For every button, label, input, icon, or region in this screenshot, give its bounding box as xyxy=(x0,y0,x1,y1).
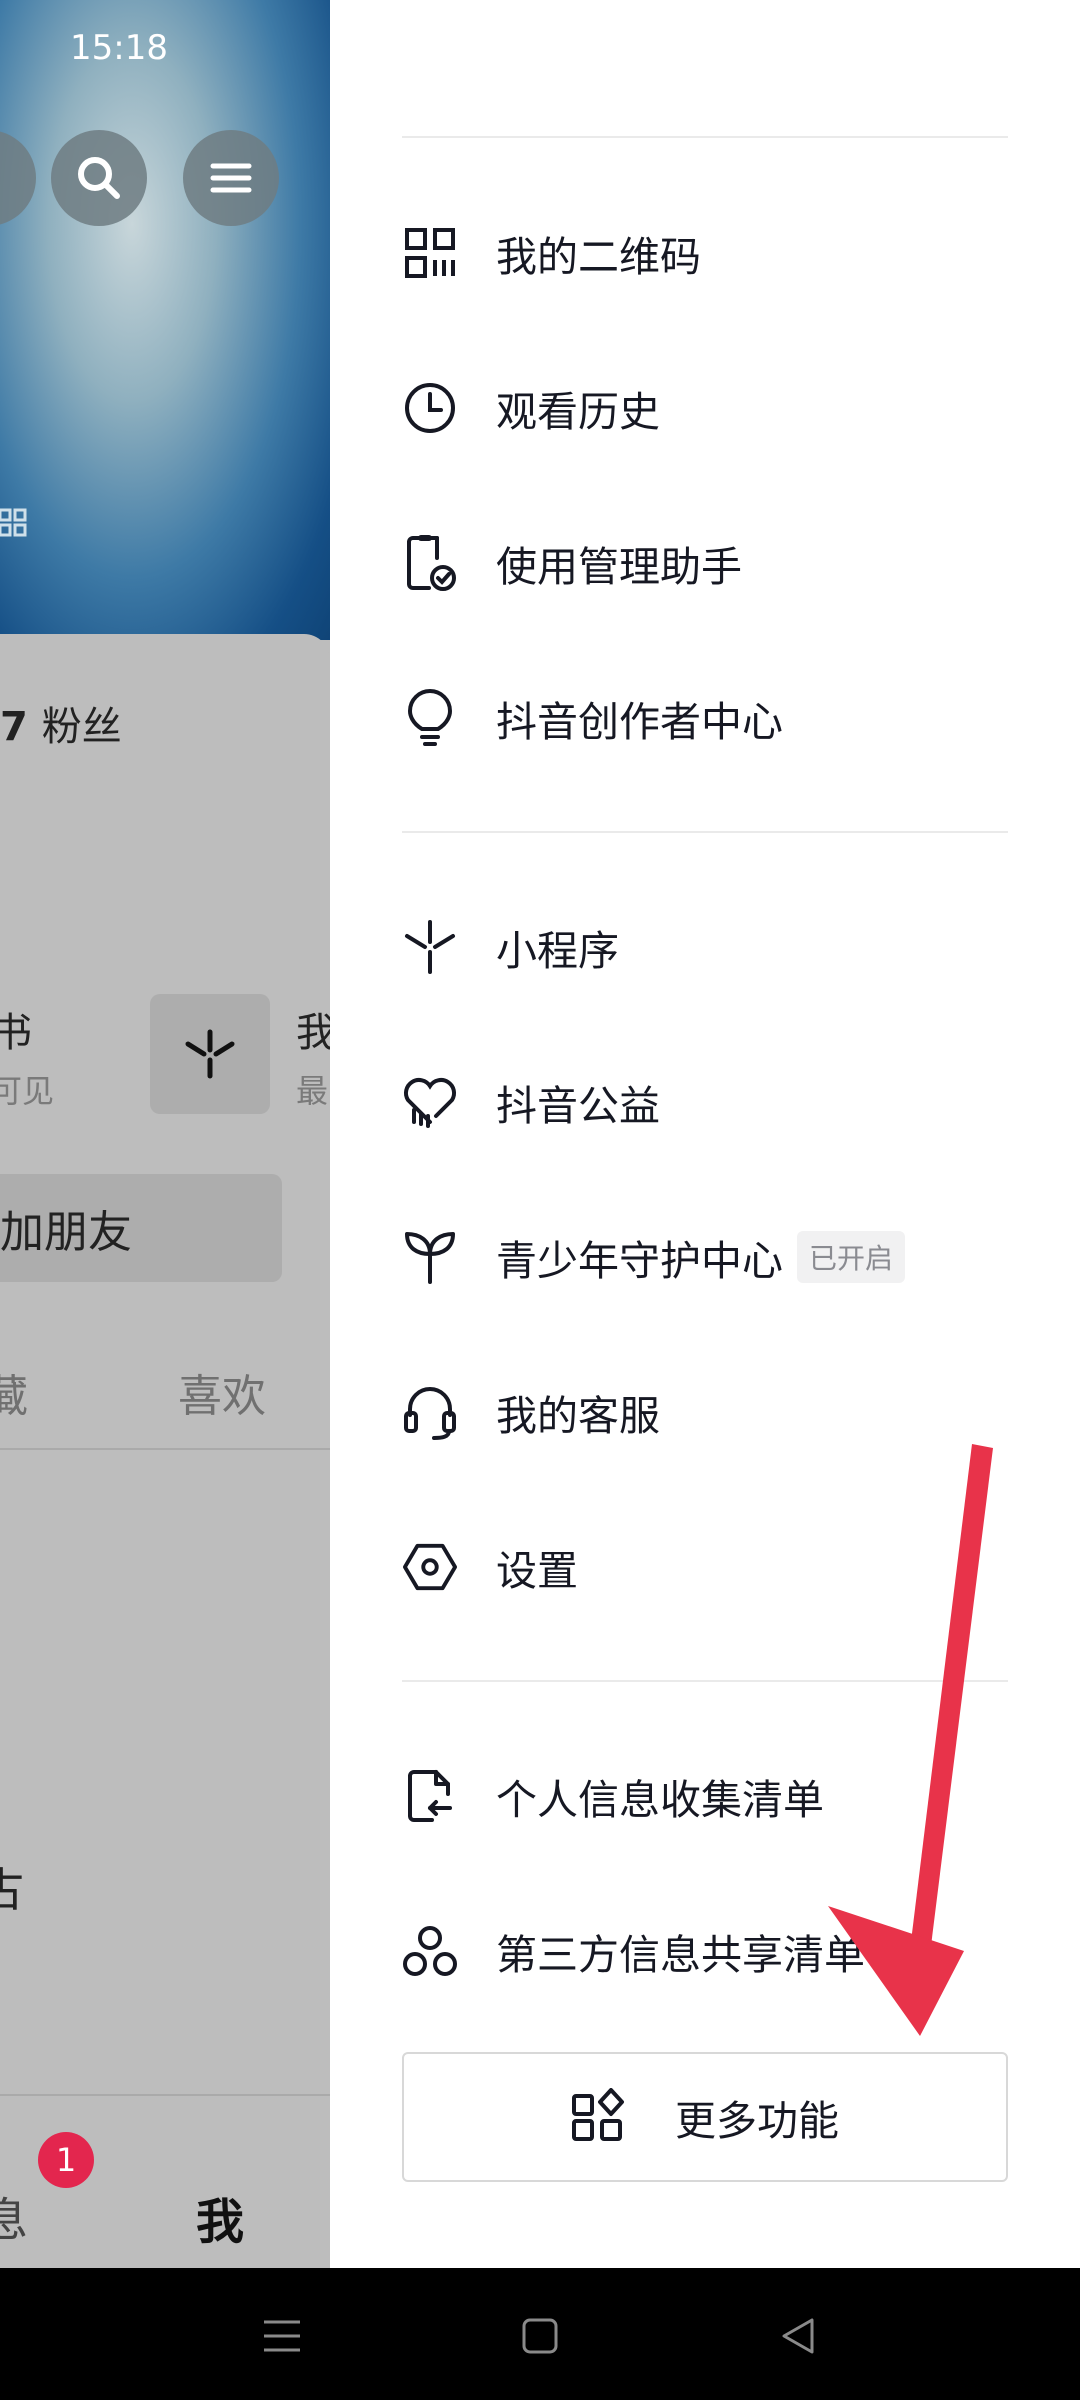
status-time: 15:18 xyxy=(70,28,168,68)
tab-like[interactable]: 喜欢 xyxy=(178,1360,266,1424)
annotation-arrow xyxy=(828,1444,993,2036)
tab-collect[interactable]: 藏 xyxy=(0,1360,28,1424)
settings-hexagon-icon xyxy=(402,1539,458,1595)
menu-item-label: 个人信息收集清单 xyxy=(496,1776,824,1824)
menu-item-usage-assistant[interactable]: 使用管理助手 xyxy=(402,503,1008,623)
grid-diamond-icon xyxy=(571,2088,625,2146)
hamburger-icon xyxy=(210,163,252,193)
miniapp-icon xyxy=(402,919,458,975)
menu-item-label: 观看历史 xyxy=(496,388,660,436)
qr-code-icon xyxy=(402,225,458,281)
headset-icon xyxy=(402,1384,458,1440)
fans-label[interactable]: 7 粉丝 xyxy=(0,694,122,752)
document-return-icon xyxy=(402,1768,458,1824)
menu-item-label: 第三方信息共享清单 xyxy=(496,1931,865,1979)
menu-item-label: 使用管理助手 xyxy=(496,543,742,591)
menu-item-mini-programs[interactable]: 小程序 xyxy=(402,887,1008,1007)
profile-card: 7 粉丝 书 可见 我 最 加朋友 藏 喜欢 古 息 1 我 xyxy=(0,634,330,2268)
miniapp-tile[interactable] xyxy=(150,994,270,1114)
tile-title: 我 xyxy=(296,1010,330,1056)
menu-icon xyxy=(264,2320,300,2352)
profile-cover xyxy=(0,0,330,640)
more-features-button[interactable]: 更多功能 xyxy=(402,2052,1008,2182)
home-square-icon xyxy=(522,2318,558,2354)
heart-charity-icon xyxy=(402,1074,458,1130)
back-triangle-icon xyxy=(782,2318,814,2354)
status-badge: 已开启 xyxy=(797,1231,906,1283)
home-button[interactable] xyxy=(512,2308,568,2364)
menu-item-label: 我的客服 xyxy=(496,1392,660,1440)
profile-page-dimmed: 15:18 7 粉丝 书 可见 我 最 加朋友 藏 喜欢 古 息 1 我 xyxy=(0,0,330,2268)
tab-divider xyxy=(0,1448,330,1450)
book-sub: 可见 xyxy=(0,1072,55,1110)
menu-button[interactable] xyxy=(183,130,279,226)
system-nav-bar xyxy=(0,2268,1080,2400)
qr-code-icon xyxy=(0,508,27,537)
more-features-label: 更多功能 xyxy=(675,2097,839,2145)
back-button[interactable] xyxy=(770,2308,826,2364)
bottom-nav-divider xyxy=(0,2094,330,2096)
miniapp-icon xyxy=(185,1029,235,1079)
nav-me[interactable]: 我 xyxy=(196,2182,244,2252)
add-friend-button[interactable]: 加朋友 xyxy=(0,1174,282,1282)
menu-item-charity[interactable]: 抖音公益 xyxy=(402,1042,1008,1162)
share-circles-icon xyxy=(402,1923,458,1979)
menu-item-watch-history[interactable]: 观看历史 xyxy=(402,348,1008,468)
partial-text: 古 xyxy=(0,1863,24,1917)
clock-icon xyxy=(402,380,458,436)
sprout-icon xyxy=(402,1229,458,1285)
search-icon xyxy=(78,157,120,199)
menu-item-label: 青少年守护中心 xyxy=(496,1237,783,1285)
divider xyxy=(402,136,1008,138)
search-button[interactable] xyxy=(51,130,147,226)
menu-item-youth-protection[interactable]: 青少年守护中心 已开启 xyxy=(402,1197,1008,1317)
tile-sub: 最 xyxy=(296,1072,329,1110)
menu-item-label: 小程序 xyxy=(496,927,619,975)
recent-apps-button[interactable] xyxy=(254,2308,310,2364)
message-badge: 1 xyxy=(38,2132,94,2188)
nav-messages[interactable]: 息 xyxy=(0,2184,28,2250)
phone-check-icon xyxy=(402,535,458,591)
book-label: 书 xyxy=(0,1010,32,1056)
menu-item-label: 我的二维码 xyxy=(496,233,701,281)
menu-item-label: 抖音公益 xyxy=(496,1082,660,1130)
divider xyxy=(402,831,1008,833)
lightbulb-icon xyxy=(402,689,458,746)
menu-item-creator-center[interactable]: 抖音创作者中心 xyxy=(402,658,1008,778)
menu-item-label: 抖音创作者中心 xyxy=(496,698,783,746)
menu-item-label: 设置 xyxy=(496,1547,578,1595)
menu-item-qr-code[interactable]: 我的二维码 xyxy=(402,193,1008,313)
